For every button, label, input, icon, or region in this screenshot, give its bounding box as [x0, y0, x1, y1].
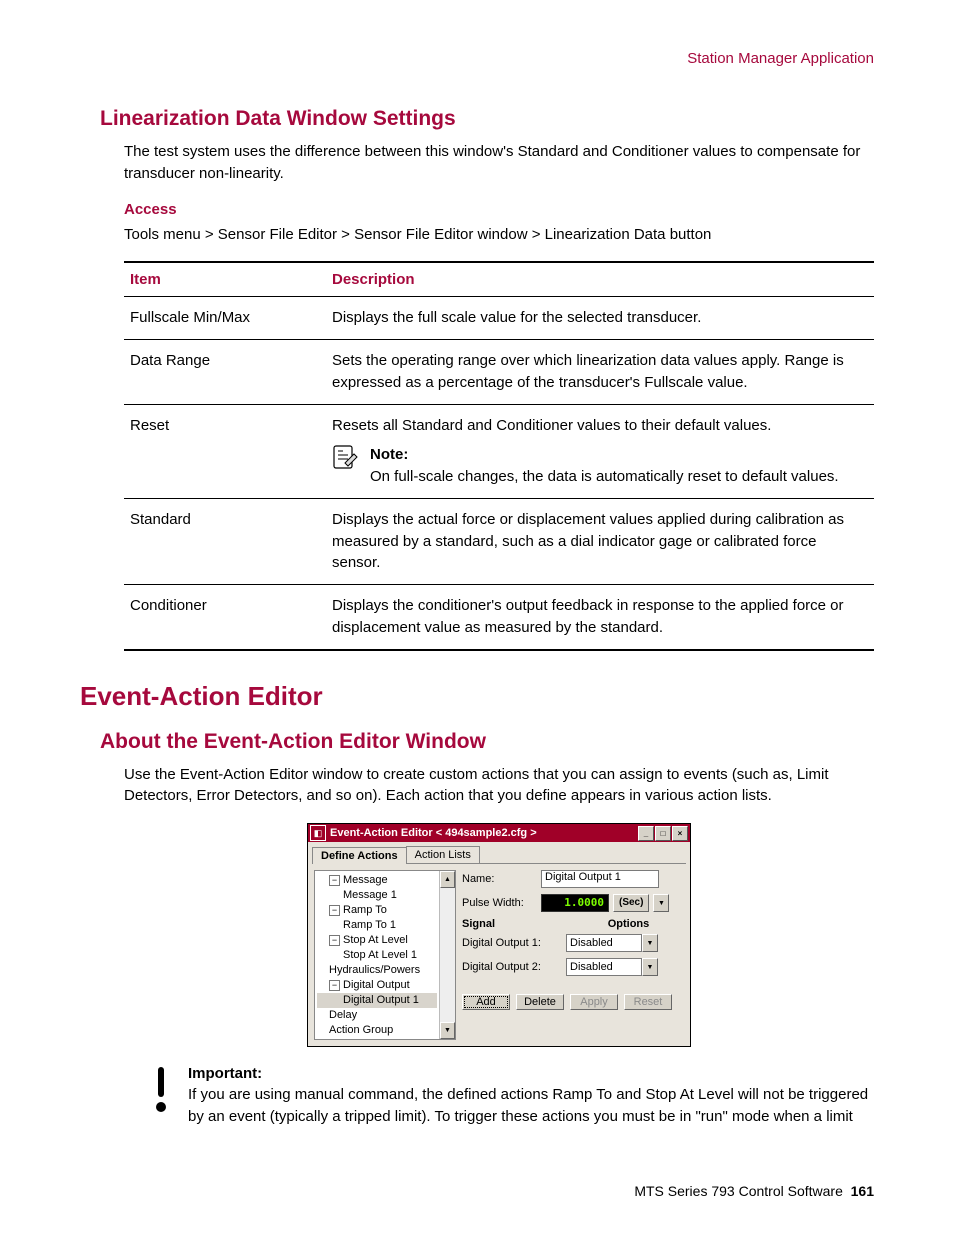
note-icon — [332, 444, 360, 470]
important-icon — [152, 1065, 170, 1128]
col-header-description: Description — [326, 262, 874, 297]
tree-node[interactable]: Action Group — [317, 1023, 437, 1038]
desc-text: Resets all Standard and Conditioner valu… — [332, 417, 771, 434]
note-label: Note: — [370, 446, 408, 463]
page-footer: MTS Series 793 Control Software 161 — [634, 1183, 874, 1199]
digital-output-1-label: Digital Output 1: — [462, 937, 562, 949]
table-row: Fullscale Min/Max Displays the full scal… — [124, 297, 874, 340]
tab-strip: Define Actions Action Lists — [312, 846, 686, 864]
desc-cell: Displays the actual force or displacemen… — [326, 498, 874, 584]
tab-define-actions[interactable]: Define Actions — [312, 847, 407, 864]
form-pane: Name: Digital Output 1 Pulse Width: 1.00… — [462, 870, 684, 1040]
scroll-up-button[interactable]: ▲ — [440, 871, 455, 888]
running-header: Station Manager Application — [80, 50, 874, 67]
add-button[interactable]: Add — [462, 994, 510, 1010]
dropdown-button[interactable]: ▼ — [642, 958, 658, 976]
important-body: If you are using manual command, the def… — [188, 1084, 874, 1128]
item-cell: Conditioner — [124, 585, 326, 650]
tree-node-selected[interactable]: Digital Output 1 — [317, 993, 437, 1008]
tree-scrollbar[interactable]: ▲ ▼ — [439, 871, 455, 1039]
desc-cell: Displays the full scale value for the se… — [326, 297, 874, 340]
tree-node[interactable]: −Ramp To — [317, 903, 437, 918]
delete-button[interactable]: Delete — [516, 994, 564, 1010]
name-field[interactable]: Digital Output 1 — [541, 870, 659, 888]
action-tree[interactable]: −Message Message 1 −Ramp To Ramp To 1 −S… — [315, 871, 439, 1039]
important-block: Important: If you are using manual comma… — [152, 1065, 874, 1128]
note-body: On full-scale changes, the data is autom… — [370, 468, 839, 485]
tree-node[interactable]: Hydraulics/Powers — [317, 963, 437, 978]
window-body: −Message Message 1 −Ramp To Ramp To 1 −S… — [308, 864, 690, 1046]
settings-table: Item Description Fullscale Min/Max Displ… — [124, 261, 874, 650]
select-value: Disabled — [566, 934, 642, 952]
footer-text: MTS Series 793 Control Software — [634, 1183, 843, 1199]
note-text: Note: On full-scale changes, the data is… — [370, 444, 839, 488]
table-row: Conditioner Displays the conditioner's o… — [124, 585, 874, 650]
tree-node[interactable]: Delay — [317, 1008, 437, 1023]
reset-button[interactable]: Reset — [624, 994, 672, 1010]
item-cell: Standard — [124, 498, 326, 584]
pulse-width-label: Pulse Width: — [462, 897, 537, 909]
intro-paragraph: The test system uses the difference betw… — [124, 141, 874, 185]
page-number: 161 — [851, 1183, 874, 1199]
title-bar: ◧ Event-Action Editor < 494sample2.cfg >… — [308, 824, 690, 842]
tab-action-lists[interactable]: Action Lists — [406, 846, 480, 863]
item-cell: Reset — [124, 404, 326, 498]
desc-cell: Sets the operating range over which line… — [326, 340, 874, 405]
tree-node[interactable]: Ramp To 1 — [317, 918, 437, 933]
signal-header: Signal — [462, 918, 573, 930]
action-tree-pane: −Message Message 1 −Ramp To Ramp To 1 −S… — [314, 870, 456, 1040]
digital-output-2-label: Digital Output 2: — [462, 961, 562, 973]
heading-event-action-editor: Event-Action Editor — [80, 681, 874, 712]
dropdown-button[interactable]: ▼ — [642, 934, 658, 952]
select-value: Disabled — [566, 958, 642, 976]
tree-node[interactable]: Stop At Level 1 — [317, 948, 437, 963]
access-label: Access — [124, 201, 874, 218]
tree-node[interactable]: Message 1 — [317, 888, 437, 903]
page: Station Manager Application Linearizatio… — [0, 0, 954, 1235]
table-row: Data Range Sets the operating range over… — [124, 340, 874, 405]
table-row: Reset Resets all Standard and Conditione… — [124, 404, 874, 498]
digital-output-2-select[interactable]: Disabled ▼ — [566, 958, 658, 976]
tree-node[interactable]: −Stop At Level — [317, 933, 437, 948]
scroll-down-button[interactable]: ▼ — [440, 1022, 455, 1039]
item-cell: Data Range — [124, 340, 326, 405]
heading-about-window: About the Event-Action Editor Window — [100, 730, 874, 754]
apply-button[interactable]: Apply — [570, 994, 618, 1010]
event-action-editor-window: ◧ Event-Action Editor < 494sample2.cfg >… — [307, 823, 691, 1047]
pulse-width-field[interactable]: 1.0000 — [541, 894, 609, 912]
about-paragraph: Use the Event-Action Editor window to cr… — [124, 764, 874, 808]
options-header: Options — [573, 918, 684, 930]
heading-linearization: Linearization Data Window Settings — [100, 107, 874, 131]
table-row: Standard Displays the actual force or di… — [124, 498, 874, 584]
window-title: Event-Action Editor < 494sample2.cfg > — [330, 827, 638, 839]
minimize-button[interactable]: _ — [638, 826, 654, 841]
window-screenshot: ◧ Event-Action Editor < 494sample2.cfg >… — [124, 823, 874, 1047]
item-cell: Fullscale Min/Max — [124, 297, 326, 340]
app-icon: ◧ — [310, 825, 326, 841]
scroll-track[interactable] — [440, 888, 455, 1022]
important-text: Important: If you are using manual comma… — [188, 1065, 874, 1128]
note-block: Note: On full-scale changes, the data is… — [332, 444, 868, 488]
tree-node[interactable]: −Digital Output — [317, 978, 437, 993]
name-label: Name: — [462, 873, 537, 885]
close-button[interactable]: × — [672, 826, 688, 841]
access-path: Tools menu > Sensor File Editor > Sensor… — [124, 224, 874, 246]
unit-dropdown-button[interactable]: ▼ — [653, 894, 669, 912]
important-label: Important: — [188, 1065, 874, 1082]
unit-button[interactable]: (Sec) — [613, 894, 649, 912]
tree-node[interactable]: −Message — [317, 873, 437, 888]
desc-cell: Resets all Standard and Conditioner valu… — [326, 404, 874, 498]
maximize-button[interactable]: □ — [655, 826, 671, 841]
desc-cell: Displays the conditioner's output feedba… — [326, 585, 874, 650]
col-header-item: Item — [124, 262, 326, 297]
digital-output-1-select[interactable]: Disabled ▼ — [566, 934, 658, 952]
